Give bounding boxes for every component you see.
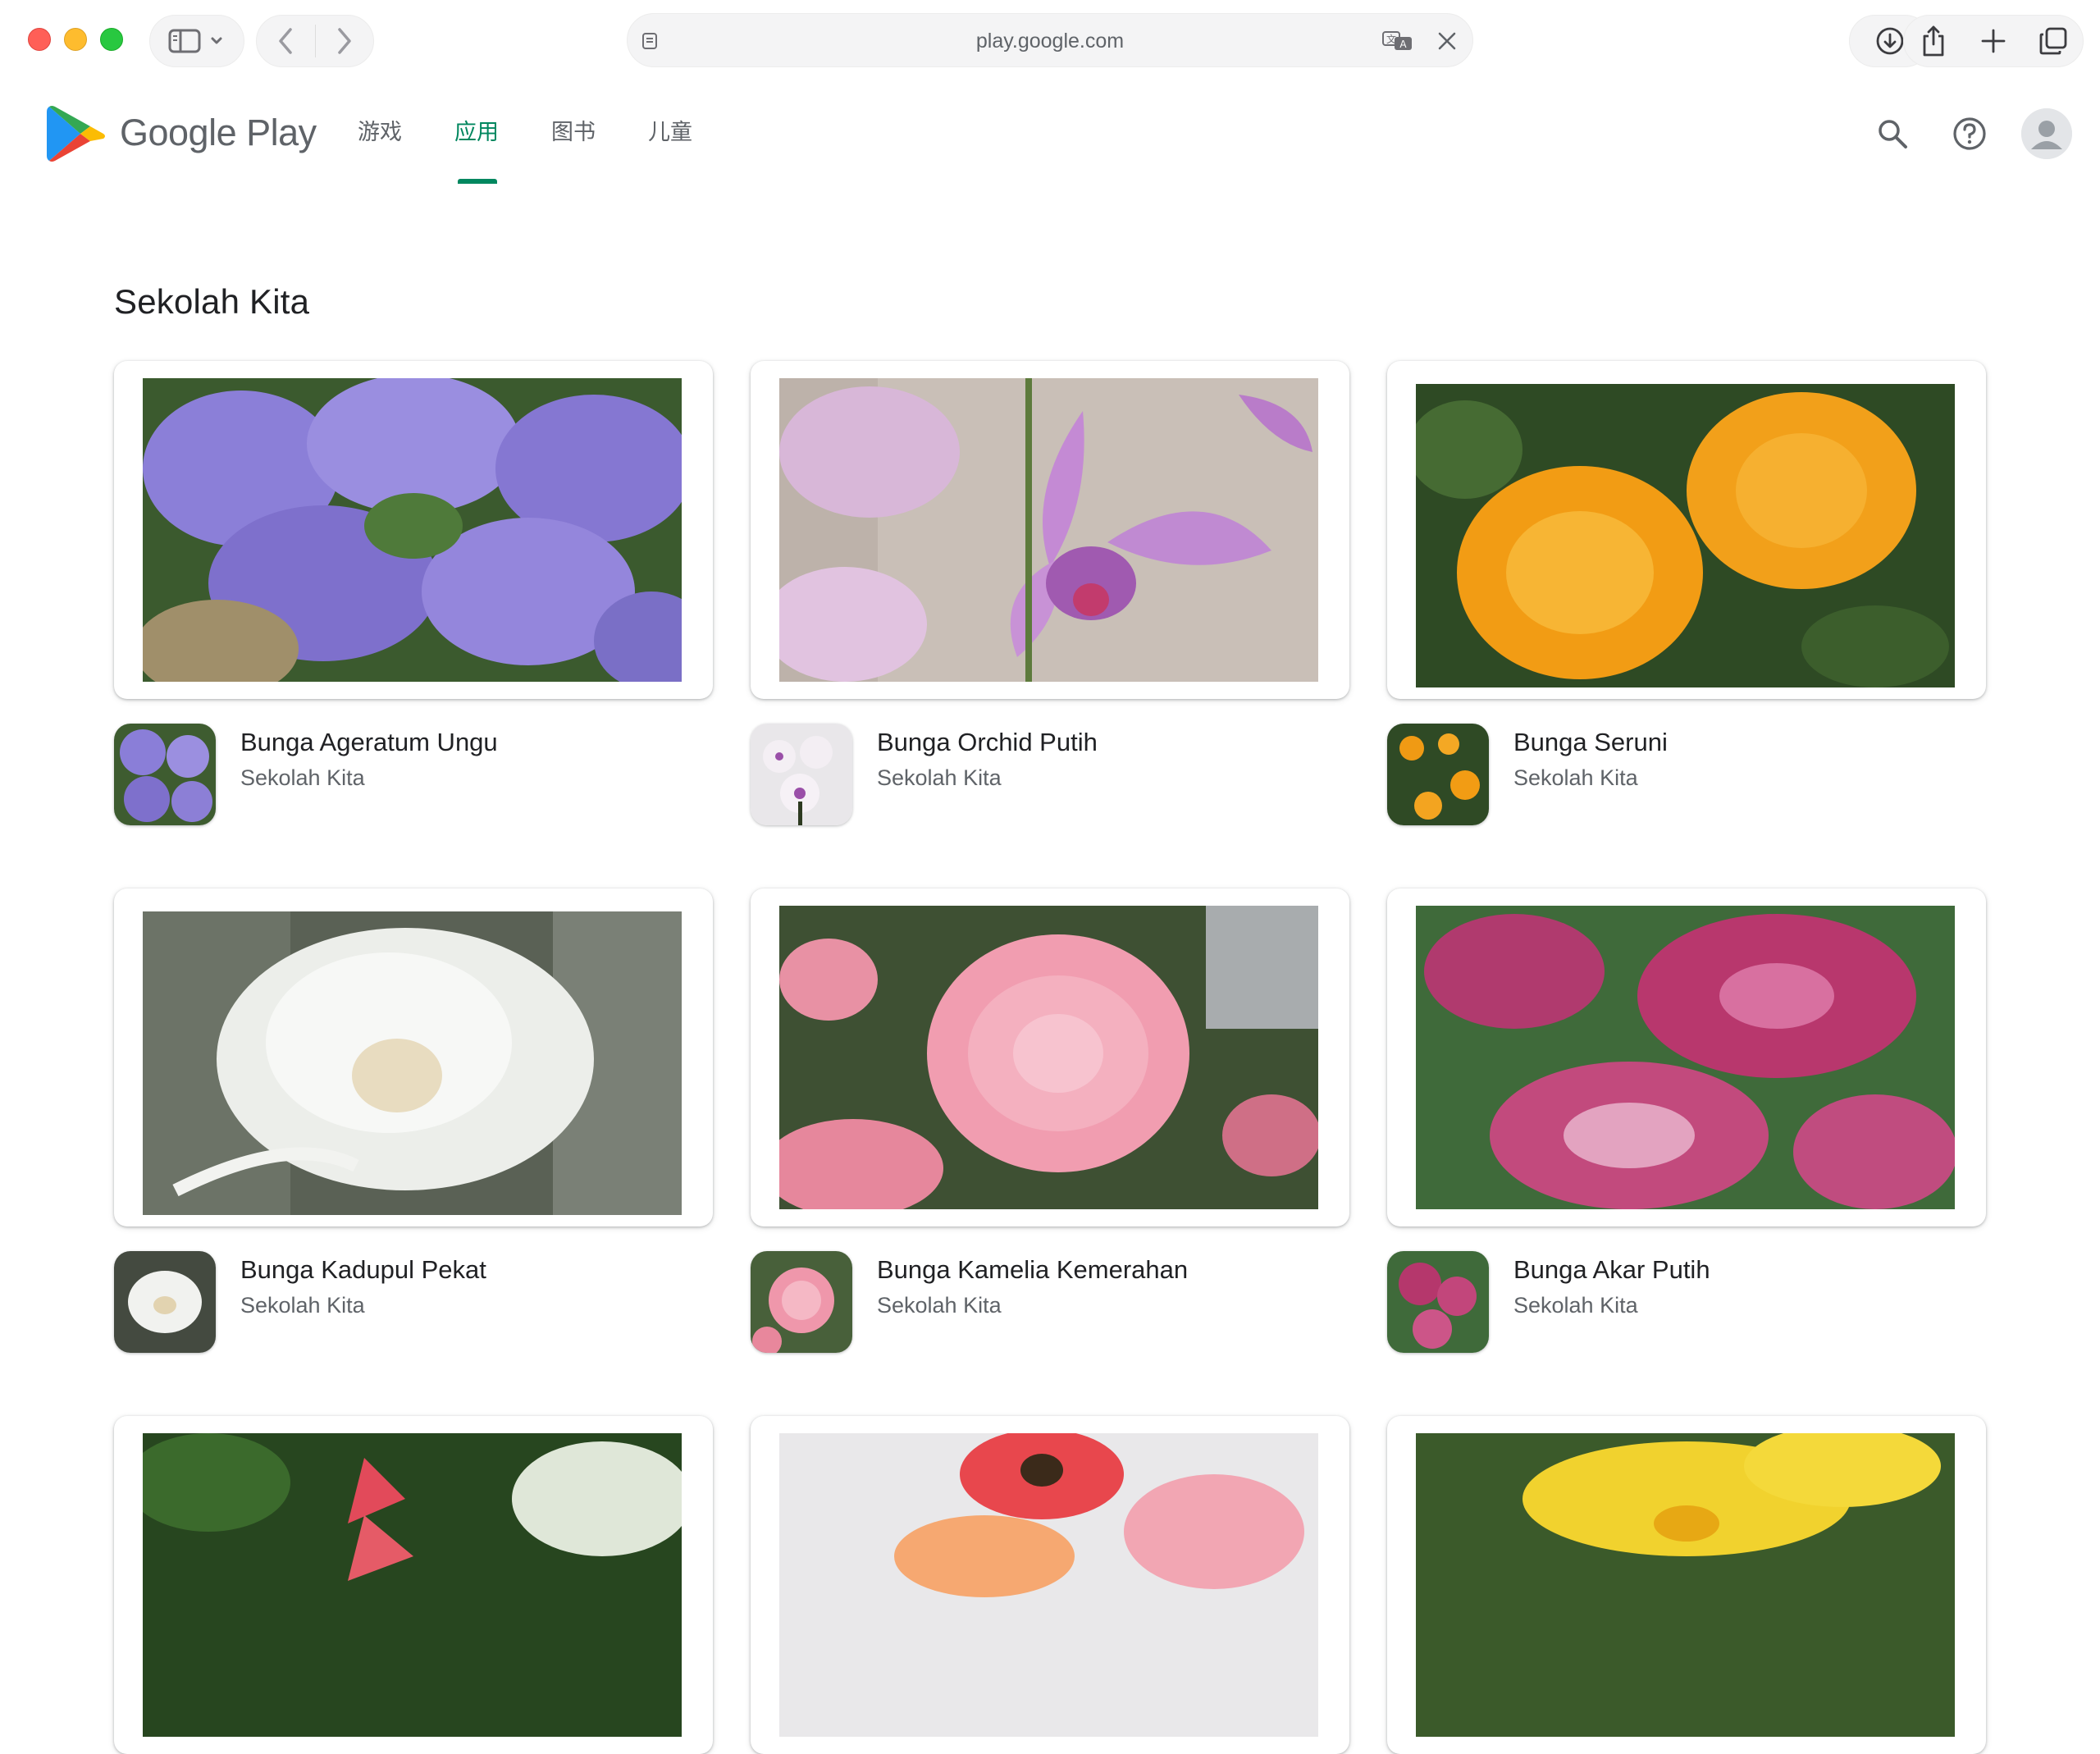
tab-apps[interactable]: 应用 bbox=[454, 112, 499, 154]
minimize-window-button[interactable] bbox=[64, 28, 87, 51]
close-icon[interactable] bbox=[1436, 30, 1458, 52]
app-title[interactable]: Bunga Orchid Putih bbox=[877, 728, 1098, 757]
app-card-banner[interactable] bbox=[1387, 888, 1986, 1226]
app-title[interactable]: Bunga Akar Putih bbox=[1513, 1255, 1710, 1285]
app-title[interactable]: Bunga Ageratum Ungu bbox=[240, 728, 498, 757]
share-icon bbox=[1923, 25, 1944, 57]
app-card-banner[interactable] bbox=[1387, 361, 1986, 699]
app-icon[interactable] bbox=[751, 724, 852, 825]
app-banner-image bbox=[779, 1433, 1318, 1737]
search-button[interactable] bbox=[1872, 113, 1913, 154]
browser-toolbar: play.google.com 文 A bbox=[0, 0, 2100, 82]
toolbar-actions bbox=[1903, 15, 2084, 67]
app-card-banner[interactable] bbox=[114, 888, 713, 1226]
app-icon[interactable] bbox=[751, 1251, 852, 1353]
help-button[interactable] bbox=[1949, 113, 1990, 154]
app-banner-image bbox=[1416, 1433, 1955, 1737]
history-navigation bbox=[256, 15, 374, 67]
svg-text:A: A bbox=[1399, 39, 1407, 50]
tab-books[interactable]: 图书 bbox=[551, 112, 596, 154]
share-button[interactable] bbox=[1914, 21, 1953, 61]
chevron-left-icon bbox=[279, 28, 292, 54]
translate-icon[interactable]: 文 A bbox=[1382, 30, 1413, 52]
app-banner-image bbox=[779, 906, 1318, 1209]
account-avatar[interactable] bbox=[2021, 108, 2072, 159]
app-banner-image bbox=[779, 378, 1318, 682]
zoom-window-button[interactable] bbox=[100, 28, 123, 51]
close-window-button[interactable] bbox=[28, 28, 51, 51]
url-text[interactable]: play.google.com bbox=[628, 14, 1472, 68]
forward-button[interactable] bbox=[316, 15, 374, 67]
app-card-banner[interactable] bbox=[751, 888, 1349, 1226]
app-developer[interactable]: Sekolah Kita bbox=[877, 1293, 1002, 1318]
app-banner-image bbox=[143, 911, 682, 1215]
app-card-banner[interactable] bbox=[1387, 1416, 1986, 1754]
sidebar-icon bbox=[168, 29, 222, 53]
section-title: Sekolah Kita bbox=[114, 282, 310, 321]
app-banner-image bbox=[1416, 906, 1955, 1209]
app-developer[interactable]: Sekolah Kita bbox=[1513, 765, 1638, 791]
google-play-wordmark[interactable]: Google Play bbox=[120, 107, 317, 159]
tabs-icon bbox=[2039, 27, 2067, 55]
app-card-banner[interactable] bbox=[751, 361, 1349, 699]
app-banner-image bbox=[143, 378, 682, 682]
tab-games[interactable]: 游戏 bbox=[358, 112, 402, 154]
play-header: Google Play 游戏 应用 图书 儿童 bbox=[0, 82, 2100, 185]
app-developer[interactable]: Sekolah Kita bbox=[240, 765, 365, 791]
plus-icon bbox=[1981, 29, 2006, 53]
app-icon[interactable] bbox=[114, 1251, 216, 1353]
address-bar[interactable]: play.google.com 文 A bbox=[627, 13, 1473, 67]
app-card-banner[interactable] bbox=[114, 1416, 713, 1754]
user-icon bbox=[2021, 108, 2072, 159]
app-icon[interactable] bbox=[114, 724, 216, 825]
chevron-right-icon bbox=[338, 28, 351, 54]
app-developer[interactable]: Sekolah Kita bbox=[877, 765, 1002, 791]
app-developer[interactable]: Sekolah Kita bbox=[1513, 1293, 1638, 1318]
google-play-logo-icon[interactable] bbox=[46, 103, 108, 164]
app-title[interactable]: Bunga Kamelia Kemerahan bbox=[877, 1255, 1188, 1285]
app-title[interactable]: Bunga Seruni bbox=[1513, 728, 1668, 757]
app-card-banner[interactable] bbox=[751, 1416, 1349, 1754]
tab-overview-button[interactable] bbox=[2034, 21, 2073, 61]
app-icon[interactable] bbox=[1387, 1251, 1489, 1353]
back-button[interactable] bbox=[257, 15, 315, 67]
help-icon bbox=[1953, 117, 1986, 150]
sidebar-toggle-button[interactable] bbox=[149, 15, 244, 67]
download-icon bbox=[1876, 27, 1904, 55]
active-tab-indicator bbox=[458, 179, 497, 184]
app-icon[interactable] bbox=[1387, 724, 1489, 825]
app-developer[interactable]: Sekolah Kita bbox=[240, 1293, 365, 1318]
tab-kids[interactable]: 儿童 bbox=[648, 112, 692, 154]
new-tab-button[interactable] bbox=[1974, 21, 2013, 61]
search-icon bbox=[1879, 120, 1907, 148]
app-title[interactable]: Bunga Kadupul Pekat bbox=[240, 1255, 486, 1285]
app-card-banner[interactable] bbox=[114, 361, 713, 699]
app-banner-image bbox=[1416, 384, 1955, 687]
app-banner-image bbox=[143, 1433, 682, 1737]
